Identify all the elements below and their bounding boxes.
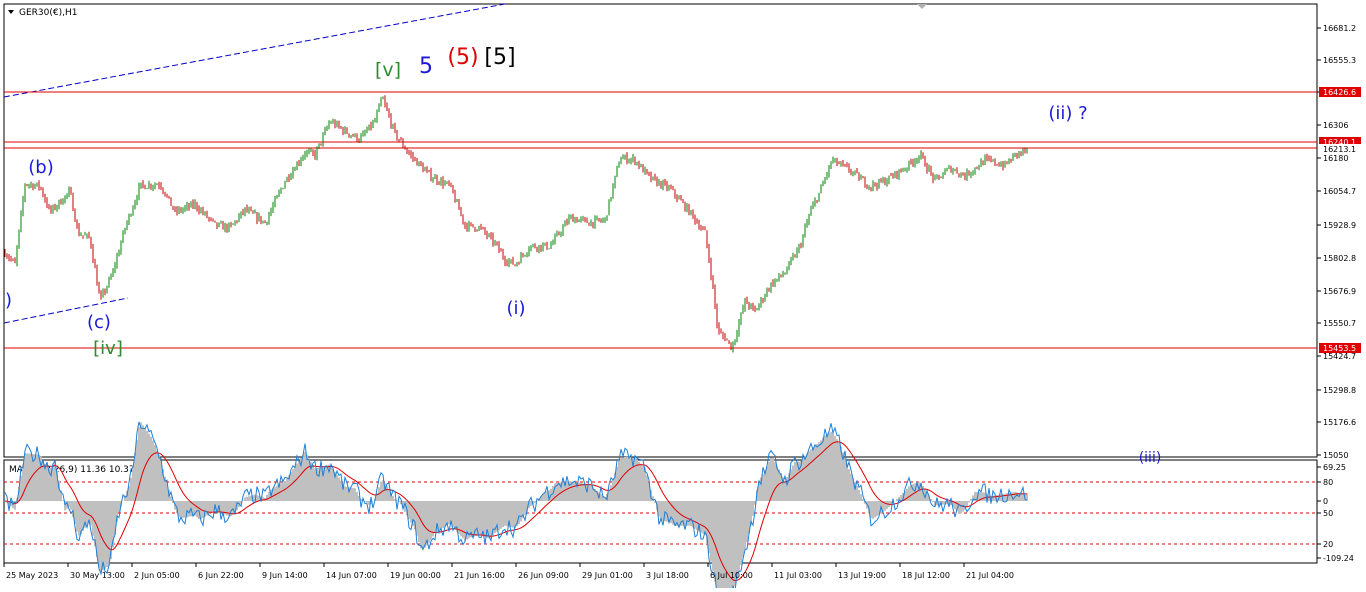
wave-label: 5: [419, 54, 433, 79]
price-tick-label: 16180: [1323, 154, 1348, 163]
time-tick-label: 18 Jul 12:00: [902, 571, 950, 580]
chart-shift-marker-icon[interactable]: [917, 4, 927, 9]
price-tick-label: 15802.8: [1323, 254, 1356, 263]
time-axis: 25 May 2023 30 May 13:00 2 Jun 05:00 6 Jun …: [3, 563, 1014, 580]
price-tick-label: 15176.6: [1323, 418, 1356, 427]
price-tick-label: 16054.7: [1323, 187, 1356, 196]
macd-tick-label: 50: [1323, 509, 1333, 518]
trading-chart[interactable]: GER30(€),H1 [v] 5 (5) [5] (b)) (c) [iv] (i) (ii)…: [0, 0, 1366, 592]
macd-tick-label: 80: [1323, 478, 1333, 487]
time-tick-label: 6 Jul 10:00: [710, 571, 753, 580]
time-tick-label: 19 Jun 00:00: [390, 571, 441, 580]
macd-tick-label: 0: [1323, 497, 1328, 506]
price-tick-label: 15424.7: [1323, 352, 1356, 361]
symbol-label: GER30(€),H1: [19, 8, 77, 18]
macd-tick-label: 20: [1323, 540, 1333, 549]
wave-label: (i): [506, 298, 525, 319]
time-tick-label: 21 Jun 16:00: [454, 571, 505, 580]
wave-label: [v]: [375, 59, 401, 81]
macd-tick-label: 69.25: [1323, 463, 1346, 472]
wave-label: (b): [28, 157, 53, 178]
trend-lines: [3, 3, 506, 324]
price-panel-frame: [3, 3, 1318, 458]
wave-label: [iv]: [93, 338, 123, 359]
price-tick-label: 16555.3: [1323, 56, 1356, 65]
wave-label: (iii): [1139, 450, 1162, 466]
time-tick-label: 11 Jul 03:00: [774, 571, 822, 580]
price-tick-label: 15676.9: [1323, 287, 1356, 296]
wave-label: (ii) ?: [1048, 103, 1087, 124]
time-tick-label: 21 Jul 04:00: [966, 571, 1014, 580]
time-tick-label: 25 May 2023: [6, 571, 58, 580]
time-tick-label: 6 Jun 22:00: [198, 571, 244, 580]
time-tick-label: 3 Jul 18:00: [646, 571, 689, 580]
time-tick-label: 26 Jun 09:00: [518, 571, 569, 580]
price-tick-label: 15928.9: [1323, 221, 1356, 230]
time-tick-label: 14 Jun 07:00: [326, 571, 377, 580]
upper-channel-line: [3, 3, 506, 98]
wave-label: (c): [87, 312, 111, 333]
wave-label: ): [5, 290, 12, 311]
price-tick-label: 15298.8: [1323, 386, 1356, 395]
time-tick-label: 30 May 13:00: [70, 571, 125, 580]
time-tick-label: 9 Jun 14:00: [262, 571, 308, 580]
wave-label: [5]: [484, 45, 515, 70]
price-badge-label: 16426.6: [1323, 88, 1356, 97]
price-badge-label: 16213.1: [1323, 145, 1356, 154]
wave-label: (5): [447, 45, 478, 70]
macd-tick-label: -109.24: [1323, 554, 1354, 563]
price-tick-label: 15050: [1323, 451, 1348, 460]
price-badge-label: 15453.5: [1323, 344, 1356, 353]
price-tick-label: 16306: [1323, 121, 1348, 130]
macd-axis: 69.25 80 0 50 20 -109.24: [1317, 463, 1354, 563]
horizontal-levels: [4, 91, 1317, 349]
chart-svg[interactable]: GER30(€),H1 [v] 5 (5) [5] (b)) (c) [iv] (i) (ii)…: [0, 0, 1366, 592]
price-tick-label: 15550.7: [1323, 319, 1356, 328]
wave-labels: [v] 5 (5) [5] (b)) (c) [iv] (i) (ii) ? (iii): [5, 45, 1161, 466]
symbol-menu-triangle-icon[interactable]: [8, 10, 14, 14]
time-tick-label: 13 Jul 19:00: [838, 571, 886, 580]
price-tick-label: 16681.2: [1323, 24, 1356, 33]
time-tick-label: 29 Jun 01:00: [582, 571, 633, 580]
time-tick-label: 2 Jun 05:00: [134, 571, 180, 580]
